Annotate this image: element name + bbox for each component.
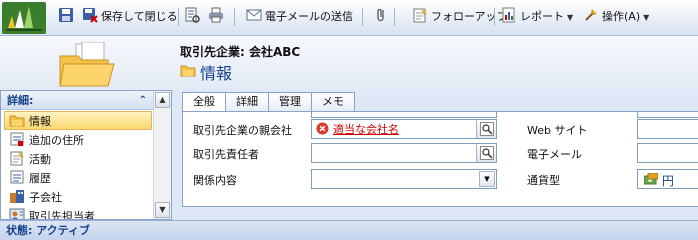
form-tabs: 全般 詳細 管理 メモ [182, 92, 355, 113]
follow-up-icon [413, 8, 427, 23]
lookup-button[interactable] [476, 144, 496, 162]
chevron-down-icon[interactable]: ▼ [479, 171, 495, 187]
sidebar-item-information[interactable]: 情報 [4, 111, 152, 130]
sidebar-item-label: 追加の住所 [29, 134, 84, 147]
report-menu[interactable]: レポート ▼ [501, 6, 573, 28]
entity-title: 取引先企業: 会社ABC [180, 45, 301, 59]
general-tab-panel: 取引先企業の親会社 適当な会社名 Web サイト 取引先責任者 電子メール 関係… [182, 111, 698, 207]
scroll-up-icon[interactable]: ▲ [155, 92, 170, 108]
info-icon [180, 65, 196, 77]
lookup-icon [480, 122, 494, 136]
collapse-icon[interactable]: ⌃ [139, 91, 147, 110]
send-email-button[interactable]: 電子メールの送信 [246, 6, 353, 28]
chevron-down-icon: ▼ [567, 13, 574, 22]
partial-field[interactable] [311, 112, 497, 118]
follow-up-label: フォローアップ [431, 10, 508, 23]
print-preview-icon [185, 7, 200, 23]
currency-icon [643, 172, 659, 185]
report-icon [502, 7, 515, 23]
info-icon [9, 115, 25, 127]
send-email-label: 電子メールの送信 [265, 10, 353, 23]
attach-file-button[interactable] [373, 6, 392, 28]
currency-value[interactable]: 円 [643, 172, 674, 189]
paperclip-icon [377, 8, 384, 22]
nav-section-header[interactable]: 詳細: ⌃ [1, 91, 153, 110]
tab-notes[interactable]: メモ [311, 92, 355, 112]
error-icon [316, 122, 329, 135]
email-label: 電子メール [527, 148, 582, 161]
actions-menu[interactable]: 操作(A) ▼ [583, 6, 649, 28]
sidebar-item-additional-addresses[interactable]: 追加の住所 [4, 130, 152, 149]
nav-section-title: 詳細: [7, 94, 34, 107]
currency-lookup[interactable]: 円 [637, 169, 698, 189]
toolbar: 保存して閉じる 電子メールの送信 フォローアップ レポート ▼ 操作(A) ▼ [0, 0, 698, 36]
relationship-type-select[interactable]: ▼ [311, 169, 497, 189]
form-content: 全般 詳細 管理 メモ 取引先企業の親会社 適当な会社名 Web サイト 取引先… [172, 90, 698, 220]
lookup-button[interactable] [476, 120, 496, 138]
save-close-label: 保存して閉じる [101, 10, 178, 23]
sidebar-item-label: 子会社 [29, 191, 62, 204]
currency-label: 通貨型 [527, 174, 560, 187]
activity-icon [10, 151, 24, 166]
parent-account-lookup[interactable]: 適当な会社名 [311, 119, 497, 139]
tab-details[interactable]: 詳細 [225, 92, 269, 112]
address-icon [10, 132, 24, 146]
parent-account-link[interactable]: 適当な会社名 [333, 123, 399, 136]
record-header: 取引先企業: 会社ABC 情報 [0, 36, 698, 90]
sidebar-item-activities[interactable]: 活動 [4, 149, 152, 168]
actions-icon [585, 9, 597, 21]
sidebar-item-label: 取引先担当者 [29, 210, 95, 220]
save-close-icon [83, 8, 98, 23]
history-icon [10, 170, 24, 184]
print-button[interactable] [208, 6, 227, 28]
sidebar-item-label: 情報 [29, 115, 51, 128]
status-text: 状態: アクティブ [6, 224, 91, 237]
subsidiary-icon [10, 190, 24, 203]
website-label: Web サイト [527, 124, 588, 137]
website-input[interactable] [637, 119, 698, 139]
sidebar-item-label: 活動 [29, 153, 51, 166]
relationship-type-label: 関係内容 [193, 174, 237, 187]
sidebar-item-subsidiaries[interactable]: 子会社 [4, 187, 152, 206]
email-field[interactable] [637, 143, 698, 163]
toolbar-separator [394, 8, 395, 26]
printer-icon [209, 7, 223, 23]
nav-list: 情報 追加の住所 活動 履歴 子会社 取引先担当者 [4, 111, 152, 220]
form-title: 情報 [180, 60, 232, 84]
tab-general[interactable]: 全般 [182, 92, 226, 113]
tab-administration[interactable]: 管理 [268, 92, 312, 112]
actions-label: 操作(A) [602, 10, 641, 23]
save-icon [59, 8, 73, 22]
form-title-text: 情報 [200, 64, 233, 83]
primary-contact-label: 取引先責任者 [193, 148, 259, 161]
sidebar-item-contacts[interactable]: 取引先担当者 [4, 206, 152, 220]
print-preview-button[interactable] [184, 6, 203, 28]
partial-field[interactable] [637, 112, 698, 118]
scroll-down-icon[interactable]: ▼ [155, 202, 170, 218]
left-navigation: 詳細: ⌃ 情報 追加の住所 活動 履歴 子会社 取引先担当者 ▲ ▼ [0, 90, 172, 220]
status-bar: 状態: アクティブ [0, 220, 698, 240]
sidebar-item-label: 履歴 [29, 172, 51, 185]
folder-icon [59, 42, 115, 87]
toolbar-separator [494, 8, 495, 26]
chevron-down-icon: ▼ [643, 13, 650, 22]
crm-logo-icon [2, 2, 46, 34]
lookup-icon [480, 146, 494, 160]
nav-scrollbar[interactable]: ▲ ▼ [153, 91, 171, 219]
save-and-close-button[interactable]: 保存して閉じる [82, 6, 178, 28]
parent-account-label: 取引先企業の親会社 [193, 124, 292, 137]
toolbar-separator [234, 8, 235, 26]
parent-account-value[interactable]: 適当な会社名 [316, 122, 399, 138]
save-button[interactable] [58, 6, 77, 28]
currency-text: 円 [661, 174, 674, 188]
email-icon [246, 9, 262, 21]
toolbar-separator [178, 8, 179, 26]
sidebar-item-history[interactable]: 履歴 [4, 168, 152, 187]
primary-contact-lookup[interactable] [311, 143, 497, 163]
report-label: レポート [520, 10, 564, 23]
contact-icon [9, 208, 25, 219]
toolbar-separator [362, 8, 363, 26]
